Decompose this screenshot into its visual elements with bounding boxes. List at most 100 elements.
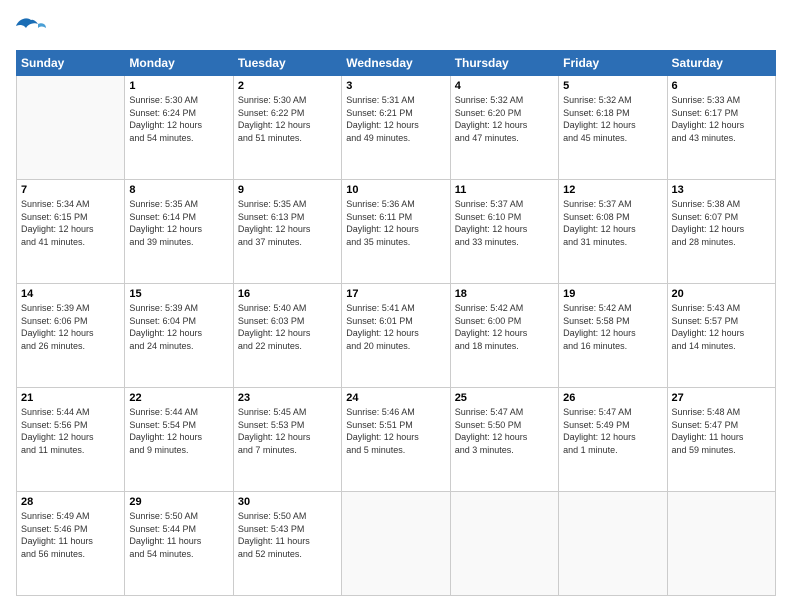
calendar-week-row: 7 Sunrise: 5:34 AMSunset: 6:15 PMDaylight… bbox=[17, 180, 776, 284]
header bbox=[16, 16, 776, 40]
calendar-cell: 14 Sunrise: 5:39 AMSunset: 6:06 PMDayligh… bbox=[17, 284, 125, 388]
day-number: 21 bbox=[21, 392, 120, 404]
day-number: 27 bbox=[672, 392, 771, 404]
day-info: Sunrise: 5:35 AMSunset: 6:13 PMDaylight:… bbox=[238, 198, 337, 248]
day-info: Sunrise: 5:33 AMSunset: 6:17 PMDaylight:… bbox=[672, 94, 771, 144]
calendar-cell: 1 Sunrise: 5:30 AMSunset: 6:24 PMDaylight… bbox=[125, 76, 233, 180]
calendar-week-row: 1 Sunrise: 5:30 AMSunset: 6:24 PMDaylight… bbox=[17, 76, 776, 180]
day-info: Sunrise: 5:34 AMSunset: 6:15 PMDaylight:… bbox=[21, 198, 120, 248]
day-number: 2 bbox=[238, 80, 337, 92]
calendar-cell: 13 Sunrise: 5:38 AMSunset: 6:07 PMDayligh… bbox=[667, 180, 775, 284]
day-number: 12 bbox=[563, 184, 662, 196]
day-header-sunday: Sunday bbox=[17, 51, 125, 76]
day-number: 23 bbox=[238, 392, 337, 404]
day-number: 20 bbox=[672, 288, 771, 300]
day-info: Sunrise: 5:38 AMSunset: 6:07 PMDaylight:… bbox=[672, 198, 771, 248]
day-header-wednesday: Wednesday bbox=[342, 51, 450, 76]
calendar-cell: 10Sunrise: 5:36 AMSunset: 6:11 PMDayligh… bbox=[342, 180, 450, 284]
calendar-page: SundayMondayTuesdayWednesdayThursdayFrid… bbox=[0, 0, 792, 612]
day-number: 7 bbox=[21, 184, 120, 196]
calendar-cell bbox=[17, 76, 125, 180]
day-info: Sunrise: 5:30 AMSunset: 6:24 PMDaylight:… bbox=[129, 94, 228, 144]
calendar-cell: 3Sunrise: 5:31 AMSunset: 6:21 PMDaylight… bbox=[342, 76, 450, 180]
day-info: Sunrise: 5:49 AMSunset: 5:46 PMDaylight:… bbox=[21, 510, 120, 560]
calendar-header-row: SundayMondayTuesdayWednesdayThursdayFrid… bbox=[17, 51, 776, 76]
day-number: 1 bbox=[129, 80, 228, 92]
day-number: 6 bbox=[672, 80, 771, 92]
calendar-cell: 26 Sunrise: 5:47 AMSunset: 5:49 PMDayligh… bbox=[559, 388, 667, 492]
calendar-cell: 2 Sunrise: 5:30 AMSunset: 6:22 PMDaylight… bbox=[233, 76, 341, 180]
day-info: Sunrise: 5:40 AMSunset: 6:03 PMDaylight:… bbox=[238, 302, 337, 352]
calendar-cell: 29Sunrise: 5:50 AMSunset: 5:44 PMDayligh… bbox=[125, 492, 233, 596]
day-header-monday: Monday bbox=[125, 51, 233, 76]
day-info: Sunrise: 5:47 AMSunset: 5:49 PMDaylight:… bbox=[563, 406, 662, 456]
day-info: Sunrise: 5:37 AMSunset: 6:10 PMDaylight:… bbox=[455, 198, 554, 248]
day-info: Sunrise: 5:42 AMSunset: 6:00 PMDaylight:… bbox=[455, 302, 554, 352]
day-number: 28 bbox=[21, 496, 120, 508]
calendar-cell: 23 Sunrise: 5:45 AMSunset: 5:53 PMDayligh… bbox=[233, 388, 341, 492]
calendar-week-row: 21Sunrise: 5:44 AMSunset: 5:56 PMDayligh… bbox=[17, 388, 776, 492]
calendar-cell: 12 Sunrise: 5:37 AMSunset: 6:08 PMDayligh… bbox=[559, 180, 667, 284]
calendar-cell: 22 Sunrise: 5:44 AMSunset: 5:54 PMDayligh… bbox=[125, 388, 233, 492]
calendar-cell: 30Sunrise: 5:50 AMSunset: 5:43 PMDayligh… bbox=[233, 492, 341, 596]
logo-icon bbox=[16, 16, 46, 40]
day-info: Sunrise: 5:35 AMSunset: 6:14 PMDaylight:… bbox=[129, 198, 228, 248]
day-number: 29 bbox=[129, 496, 228, 508]
calendar-table: SundayMondayTuesdayWednesdayThursdayFrid… bbox=[16, 50, 776, 596]
day-info: Sunrise: 5:37 AMSunset: 6:08 PMDaylight:… bbox=[563, 198, 662, 248]
day-info: Sunrise: 5:47 AMSunset: 5:50 PMDaylight:… bbox=[455, 406, 554, 456]
day-info: Sunrise: 5:45 AMSunset: 5:53 PMDaylight:… bbox=[238, 406, 337, 456]
calendar-week-row: 14 Sunrise: 5:39 AMSunset: 6:06 PMDayligh… bbox=[17, 284, 776, 388]
day-info: Sunrise: 5:46 AMSunset: 5:51 PMDaylight:… bbox=[346, 406, 445, 456]
calendar-cell bbox=[342, 492, 450, 596]
day-number: 17 bbox=[346, 288, 445, 300]
calendar-cell bbox=[450, 492, 558, 596]
day-number: 16 bbox=[238, 288, 337, 300]
day-number: 8 bbox=[129, 184, 228, 196]
calendar-cell: 9Sunrise: 5:35 AMSunset: 6:13 PMDaylight… bbox=[233, 180, 341, 284]
day-info: Sunrise: 5:41 AMSunset: 6:01 PMDaylight:… bbox=[346, 302, 445, 352]
calendar-cell: 28 Sunrise: 5:49 AMSunset: 5:46 PMDayligh… bbox=[17, 492, 125, 596]
day-number: 14 bbox=[21, 288, 120, 300]
day-header-thursday: Thursday bbox=[450, 51, 558, 76]
calendar-cell: 6 Sunrise: 5:33 AMSunset: 6:17 PMDaylight… bbox=[667, 76, 775, 180]
day-number: 5 bbox=[563, 80, 662, 92]
calendar-cell: 24 Sunrise: 5:46 AMSunset: 5:51 PMDayligh… bbox=[342, 388, 450, 492]
day-header-saturday: Saturday bbox=[667, 51, 775, 76]
day-number: 4 bbox=[455, 80, 554, 92]
calendar-cell: 7 Sunrise: 5:34 AMSunset: 6:15 PMDaylight… bbox=[17, 180, 125, 284]
day-info: Sunrise: 5:32 AMSunset: 6:18 PMDaylight:… bbox=[563, 94, 662, 144]
calendar-cell: 4Sunrise: 5:32 AMSunset: 6:20 PMDaylight… bbox=[450, 76, 558, 180]
day-number: 26 bbox=[563, 392, 662, 404]
calendar-cell bbox=[667, 492, 775, 596]
day-number: 18 bbox=[455, 288, 554, 300]
calendar-cell bbox=[559, 492, 667, 596]
day-number: 25 bbox=[455, 392, 554, 404]
calendar-cell: 20Sunrise: 5:43 AMSunset: 5:57 PMDayligh… bbox=[667, 284, 775, 388]
day-number: 22 bbox=[129, 392, 228, 404]
day-number: 11 bbox=[455, 184, 554, 196]
calendar-cell: 15Sunrise: 5:39 AMSunset: 6:04 PMDayligh… bbox=[125, 284, 233, 388]
day-info: Sunrise: 5:44 AMSunset: 5:54 PMDaylight:… bbox=[129, 406, 228, 456]
calendar-week-row: 28 Sunrise: 5:49 AMSunset: 5:46 PMDayligh… bbox=[17, 492, 776, 596]
calendar-cell: 8 Sunrise: 5:35 AMSunset: 6:14 PMDaylight… bbox=[125, 180, 233, 284]
day-number: 13 bbox=[672, 184, 771, 196]
calendar-cell: 21Sunrise: 5:44 AMSunset: 5:56 PMDayligh… bbox=[17, 388, 125, 492]
day-number: 19 bbox=[563, 288, 662, 300]
day-number: 15 bbox=[129, 288, 228, 300]
day-info: Sunrise: 5:39 AMSunset: 6:06 PMDaylight:… bbox=[21, 302, 120, 352]
calendar-cell: 25 Sunrise: 5:47 AMSunset: 5:50 PMDayligh… bbox=[450, 388, 558, 492]
day-info: Sunrise: 5:48 AMSunset: 5:47 PMDaylight:… bbox=[672, 406, 771, 456]
day-number: 3 bbox=[346, 80, 445, 92]
calendar-cell: 18 Sunrise: 5:42 AMSunset: 6:00 PMDayligh… bbox=[450, 284, 558, 388]
calendar-cell: 19 Sunrise: 5:42 AMSunset: 5:58 PMDayligh… bbox=[559, 284, 667, 388]
day-info: Sunrise: 5:30 AMSunset: 6:22 PMDaylight:… bbox=[238, 94, 337, 144]
day-number: 10 bbox=[346, 184, 445, 196]
day-header-friday: Friday bbox=[559, 51, 667, 76]
calendar-cell: 16 Sunrise: 5:40 AMSunset: 6:03 PMDayligh… bbox=[233, 284, 341, 388]
day-info: Sunrise: 5:42 AMSunset: 5:58 PMDaylight:… bbox=[563, 302, 662, 352]
day-number: 24 bbox=[346, 392, 445, 404]
logo bbox=[16, 16, 50, 40]
calendar-cell: 27 Sunrise: 5:48 AMSunset: 5:47 PMDayligh… bbox=[667, 388, 775, 492]
day-info: Sunrise: 5:50 AMSunset: 5:43 PMDaylight:… bbox=[238, 510, 337, 560]
